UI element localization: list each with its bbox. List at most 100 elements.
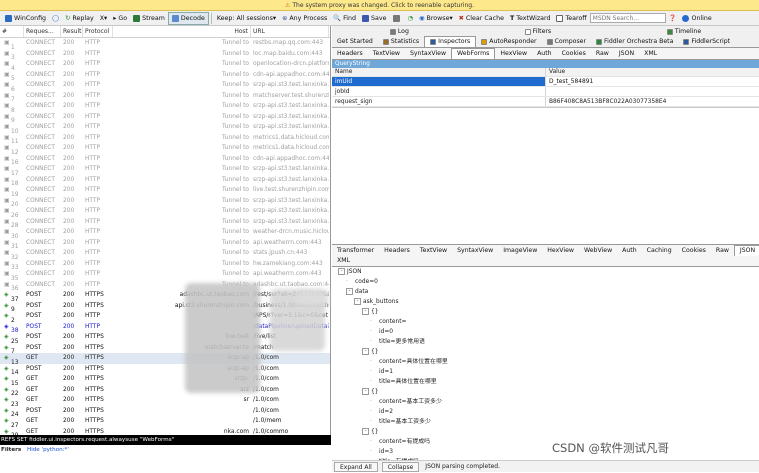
json-tree-node[interactable]: · content=基本工资多少 bbox=[338, 397, 759, 407]
tab-fiddlerscript[interactable]: FiddlerScript bbox=[678, 36, 735, 47]
session-row[interactable]: ▣30CONNECT 200 HTTP Tunnel to weather-drcn.m… bbox=[0, 227, 330, 238]
session-row[interactable]: ▣1CONNECT 200 HTTP Tunnel to restbs.map.qq.c… bbox=[0, 38, 330, 49]
camera-button[interactable] bbox=[390, 12, 405, 25]
session-row[interactable]: ▣20CONNECT 200 HTTP Tunnel to srzp-api.st3.t… bbox=[0, 196, 330, 207]
tearoff-button[interactable]: Tearoff bbox=[553, 12, 589, 25]
querystring-row[interactable]: jobId bbox=[332, 87, 759, 97]
online-indicator[interactable]: Online bbox=[679, 12, 714, 25]
collapse-toggle-icon[interactable]: - bbox=[362, 348, 369, 355]
json-tree-node[interactable]: -{} bbox=[338, 347, 759, 357]
any-process-button[interactable]: ⊕ Any Process bbox=[279, 12, 330, 25]
json-tree[interactable]: - JSON · code=0- data - ask_buttons -{} · content… bbox=[332, 267, 759, 467]
system-proxy-warning-bar[interactable]: ⚠ The system proxy was changed. Click to … bbox=[0, 0, 759, 11]
column-header-result[interactable]: Result bbox=[61, 26, 83, 37]
querystring-param-value[interactable]: B86F408C8A513BF8C022A03077358E4 bbox=[546, 97, 759, 106]
collapse-toggle-icon[interactable]: - bbox=[362, 388, 369, 395]
tab-cookies[interactable]: Cookies bbox=[557, 48, 591, 59]
session-row[interactable]: ▣9CONNECT 200 HTTP Tunnel to srzp-api.st3.te… bbox=[0, 112, 330, 123]
tab-webview[interactable]: WebView bbox=[579, 245, 617, 256]
tab-syntaxview[interactable]: SyntaxView bbox=[405, 48, 451, 59]
json-tree-node[interactable]: - JSON bbox=[338, 267, 759, 277]
json-tree-node[interactable]: · content=具体位置在哪里 bbox=[338, 357, 759, 367]
tab-textview[interactable]: TextView bbox=[415, 245, 452, 256]
session-row[interactable]: ▣19CONNECT 200 HTTP Tunnel to live.test.shur… bbox=[0, 185, 330, 196]
session-row[interactable]: ◈23 GET 200 HTTPS sr/1.0/com bbox=[0, 395, 330, 406]
hide-python-filter[interactable]: Hide 'python:*' bbox=[27, 447, 69, 453]
tab-imageview[interactable]: ImageView bbox=[498, 245, 542, 256]
winconfig-button[interactable]: WinConfig bbox=[2, 12, 49, 25]
collapse-toggle-icon[interactable]: - bbox=[338, 268, 345, 275]
tab-webforms[interactable]: WebForms bbox=[451, 48, 496, 59]
column-header-request[interactable]: Reques... bbox=[24, 26, 61, 37]
expand-all-button[interactable]: Expand All bbox=[334, 461, 378, 472]
session-row[interactable]: ▣32CONNECT 200 HTTP Tunnel to stats.jpush.cn… bbox=[0, 248, 330, 259]
session-row[interactable]: ◈24 POST 200 HTTPS/1.0/com bbox=[0, 406, 330, 417]
column-header-host[interactable]: Host bbox=[113, 26, 251, 37]
session-row[interactable]: ◈29GET 200 HTTPS nka.com/1.0/commo bbox=[0, 427, 330, 436]
help-button[interactable]: ❓ bbox=[666, 12, 680, 25]
json-tree-node[interactable]: -{} bbox=[338, 307, 759, 317]
json-tree-node[interactable]: · content=有提成吗 bbox=[338, 437, 759, 447]
json-tree-node[interactable]: · id=0 bbox=[338, 327, 759, 337]
json-tree-node[interactable]: - ask_buttons bbox=[338, 297, 759, 307]
json-tree-node[interactable]: · content= bbox=[338, 317, 759, 327]
comment-button[interactable]: ◯ bbox=[49, 12, 62, 25]
quickexec-command-bar[interactable]: REFS SET fiddler.ui.inspectors.request.a… bbox=[0, 435, 331, 445]
querystring-row[interactable]: request_sign B86F408C8A513BF8C022A0307735… bbox=[332, 97, 759, 107]
session-row[interactable]: ▣16CONNECT 200 HTTP Tunnel to cdn-api.appadh… bbox=[0, 154, 330, 165]
tab-syntaxview[interactable]: SyntaxView bbox=[452, 245, 498, 256]
session-row[interactable]: ◈15GET200HTTPSsrzp-/1.0/com bbox=[0, 374, 330, 385]
session-row[interactable]: ▣35CONNECT 200 HTTP Tunnel to api.weatherrn.… bbox=[0, 269, 330, 280]
column-header-protocol[interactable]: Protocol bbox=[83, 26, 113, 37]
session-row[interactable]: ◈14POST200HTTPSsrzp-ap/1.0/com bbox=[0, 364, 330, 375]
json-tree-node[interactable]: · id=1 bbox=[338, 367, 759, 377]
tab-auth[interactable]: Auth bbox=[617, 245, 642, 256]
session-row[interactable]: ▣7CONNECT 200 HTTP Tunnel to matchserver.tes… bbox=[0, 91, 330, 102]
json-tree-node[interactable]: · code=0 bbox=[338, 277, 759, 287]
tab-caching[interactable]: Caching bbox=[642, 245, 677, 256]
querystring-param-value[interactable]: D_test_584891 bbox=[546, 77, 759, 86]
tab-composer[interactable]: Composer bbox=[542, 36, 591, 47]
tab-raw[interactable]: Raw bbox=[711, 245, 734, 256]
collapse-toggle-icon[interactable]: - bbox=[346, 288, 353, 295]
tab-textview[interactable]: TextView bbox=[368, 48, 405, 59]
go-button[interactable]: ▸ Go bbox=[110, 12, 130, 25]
querystring-row[interactable]: imUid D_test_584891 bbox=[332, 77, 759, 87]
sessions-list[interactable]: # Reques... Result Protocol Host URL ▣1C… bbox=[0, 26, 331, 435]
session-row[interactable]: ▣12CONNECT 200 HTTP Tunnel to metrics1.data.… bbox=[0, 143, 330, 154]
session-row[interactable]: ▣11CONNECT 200 HTTP Tunnel to metrics1.data.… bbox=[0, 133, 330, 144]
session-row[interactable]: ▣4CONNECT 200 HTTP Tunnel to openlocation-dr… bbox=[0, 59, 330, 70]
session-row[interactable]: ◈13GET200HTTPSsrzp-ap/1.0/com bbox=[0, 353, 330, 364]
json-tree-node[interactable]: · title=基本工资多少 bbox=[338, 417, 759, 427]
querystring-value-header[interactable]: Value bbox=[546, 68, 759, 76]
tab-json[interactable]: JSON bbox=[733, 245, 759, 256]
session-row[interactable]: ▣3CONNECT 200 HTTP Tunnel to loc.map.baidu.c… bbox=[0, 49, 330, 60]
collapse-toggle-icon[interactable]: - bbox=[354, 298, 361, 305]
textwizard-button[interactable]: T TextWizard bbox=[507, 12, 554, 25]
session-row[interactable]: ▣31CONNECT 200 HTTP Tunnel to api.weatherrn.… bbox=[0, 238, 330, 249]
tab-xml[interactable]: XML bbox=[639, 48, 662, 59]
session-row[interactable]: ◈22GET200HTTPSsrz/1.0/com bbox=[0, 385, 330, 396]
json-tree-node[interactable]: · title=更多常用语 bbox=[338, 337, 759, 347]
tab-headers[interactable]: Headers bbox=[332, 48, 368, 59]
session-row[interactable]: ▣18CONNECT 200 HTTP Tunnel to srzp-api.st3.t… bbox=[0, 175, 330, 186]
session-row[interactable]: ◈27 GET 200 HTTPS/1.0/mem bbox=[0, 416, 330, 427]
keep-sessions-dropdown[interactable]: Keep: All sessions ▾ bbox=[214, 12, 279, 25]
browse-button[interactable]: ◉ Browse ▾ bbox=[416, 12, 456, 25]
tab-raw[interactable]: Raw bbox=[591, 48, 614, 59]
tab-auth[interactable]: Auth bbox=[532, 48, 557, 59]
timer-button[interactable]: ◔ bbox=[405, 12, 417, 25]
tab-inspectors[interactable]: Inspectors bbox=[424, 36, 477, 47]
collapse-toggle-icon[interactable]: - bbox=[362, 308, 369, 315]
tab-fiddler-orchestra-beta[interactable]: Fiddler Orchestra Beta bbox=[591, 36, 678, 47]
session-row[interactable]: ▣8CONNECT 200 HTTP Tunnel to srzp-api.st3.te… bbox=[0, 101, 330, 112]
json-tree-node[interactable]: -{} bbox=[338, 427, 759, 437]
querystring-param-value[interactable] bbox=[546, 87, 759, 96]
column-header-url[interactable]: URL bbox=[251, 26, 329, 37]
decode-button[interactable]: Decode bbox=[167, 11, 209, 25]
session-row[interactable]: ▣6CONNECT 200 HTTP Tunnel to srzp-api.st3.te… bbox=[0, 80, 330, 91]
json-tree-node[interactable]: · id=3 bbox=[338, 447, 759, 457]
session-row[interactable]: ▣33CONNECT 200 HTTP Tunnel to hw.zamekiang.c… bbox=[0, 259, 330, 270]
session-row[interactable]: ▣28CONNECT 200 HTTP Tunnel to srzp-api.st3.t… bbox=[0, 217, 330, 228]
session-row[interactable]: ▣17CONNECT 200 HTTP Tunnel to srzp-api.st3.t… bbox=[0, 164, 330, 175]
